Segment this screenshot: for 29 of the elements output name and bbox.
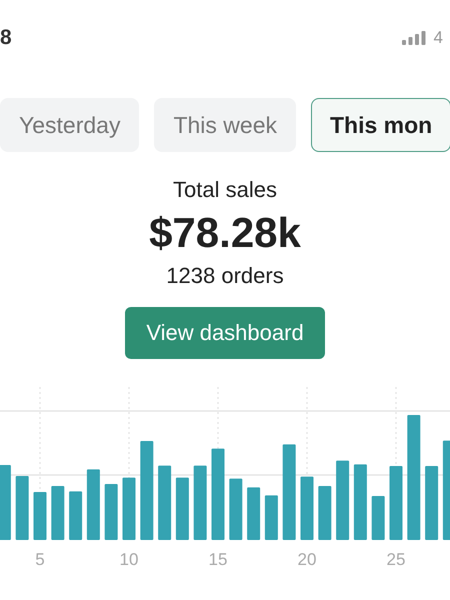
chart-bar [229, 478, 242, 540]
period-tab[interactable]: Yesterday [0, 98, 140, 152]
view-dashboard-button[interactable]: View dashboard [125, 307, 325, 359]
chart-bar [318, 486, 332, 540]
chart-bar [264, 495, 278, 540]
axis-label: 15 [208, 550, 228, 569]
axis-label: 5 [35, 550, 45, 569]
chart-bar [372, 496, 385, 540]
chart-bar [247, 487, 260, 540]
chart-bar [122, 478, 136, 540]
chart-bar [51, 486, 64, 540]
chart-bar [104, 484, 118, 540]
period-tab[interactable]: This mon [311, 98, 450, 152]
chart-bar [86, 469, 100, 540]
status-time: 8 [0, 26, 12, 50]
signal-icon [402, 31, 426, 45]
axis-label: 25 [386, 550, 406, 569]
orders-count: 1238 orders [166, 263, 284, 289]
chart-bar [300, 476, 314, 540]
chart-bar [176, 478, 189, 540]
chart-bar [16, 476, 29, 540]
chart-bar [34, 492, 46, 540]
summary-title: Total sales [173, 177, 277, 203]
axis-label: 10 [120, 550, 138, 569]
period-tab[interactable]: This week [154, 98, 296, 152]
chart-bar [69, 491, 82, 540]
sales-amount: $78.28k [149, 209, 301, 257]
network-type: 4 [434, 28, 443, 48]
axis-label: 20 [298, 550, 316, 569]
